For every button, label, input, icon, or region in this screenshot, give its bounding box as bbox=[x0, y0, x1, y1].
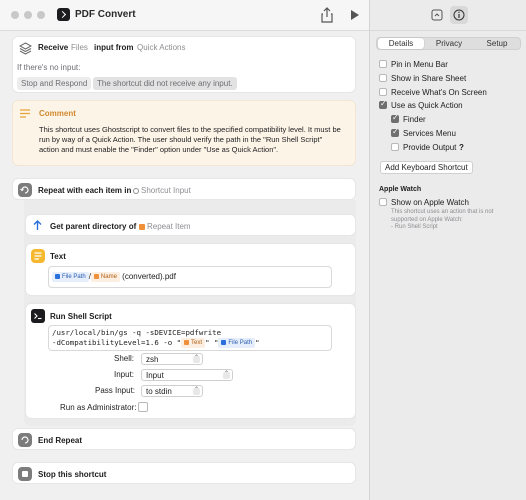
run-shell-script-action: Run Shell Script /usr/local/bin/gs -q -s… bbox=[25, 303, 356, 419]
receive-label: Receive bbox=[38, 43, 69, 52]
share-sheet-checkbox[interactable] bbox=[379, 74, 387, 82]
run-shortcut-button[interactable] bbox=[351, 10, 359, 20]
close-window-button[interactable] bbox=[11, 11, 19, 19]
receive-card: Receive Files input from Quick Actions I… bbox=[12, 36, 356, 93]
repeat-item-icon bbox=[139, 223, 145, 230]
stop-shortcut-action[interactable]: Stop this shortcut bbox=[12, 462, 356, 484]
script-editor[interactable]: /usr/local/bin/gs -q -sDEVICE=pdfwrite -… bbox=[48, 325, 332, 351]
script-line-1: /usr/local/bin/gs -q -sDEVICE=pdfwrite bbox=[52, 328, 222, 337]
repeat-variable-label: Shortcut Input bbox=[141, 186, 191, 195]
repeat-action[interactable]: Repeat with each item in Shortcut Input bbox=[12, 178, 356, 200]
shortcuts-layers-icon bbox=[19, 42, 32, 55]
services-menu-label: Services Menu bbox=[403, 129, 456, 138]
window-titlebar: PDF Convert bbox=[0, 0, 369, 31]
pin-menu-bar-checkbox[interactable] bbox=[379, 60, 387, 68]
window-title: PDF Convert bbox=[75, 9, 136, 20]
shell-select[interactable]: zsh bbox=[141, 353, 203, 365]
run-as-admin-checkbox[interactable] bbox=[138, 402, 148, 412]
share-icon[interactable] bbox=[320, 7, 334, 23]
shell-title: Run Shell Script bbox=[50, 312, 112, 321]
quick-action-label: Use as Quick Action bbox=[391, 101, 463, 110]
script-line-2: -dCompatibilityLevel=1.6 -o " bbox=[52, 338, 182, 347]
terminal-icon bbox=[31, 309, 45, 323]
arrow-up-icon bbox=[33, 220, 42, 230]
repeat-item-variable[interactable]: Repeat Item bbox=[139, 222, 191, 231]
apple-watch-heading: Apple Watch bbox=[379, 186, 422, 193]
quick-actions-source[interactable]: Quick Actions bbox=[137, 43, 185, 52]
apple-watch-checkbox[interactable] bbox=[379, 198, 387, 206]
no-input-message[interactable]: The shortcut did not receive any input. bbox=[93, 77, 237, 90]
parent-directory-label: Get parent directory of bbox=[50, 222, 137, 231]
end-repeat-label: End Repeat bbox=[38, 436, 83, 445]
pin-menu-bar-label: Pin in Menu Bar bbox=[391, 60, 448, 69]
repeat-item-label: Repeat Item bbox=[147, 222, 191, 231]
chevron-updown-icon bbox=[193, 385, 200, 396]
stop-icon bbox=[18, 467, 32, 481]
minimize-window-button[interactable] bbox=[24, 11, 32, 19]
onscreen-checkbox[interactable] bbox=[379, 88, 387, 96]
comment-card: Comment This shortcut uses Ghostscript t… bbox=[12, 100, 356, 166]
provide-output-label: Provide Output bbox=[403, 143, 457, 152]
comment-text[interactable]: This shortcut uses Ghostscript to conver… bbox=[39, 125, 344, 155]
comment-lines-icon bbox=[20, 109, 30, 118]
quick-action-checkbox[interactable] bbox=[379, 99, 387, 109]
apple-watch-label: Show on Apple Watch bbox=[391, 198, 469, 207]
sidebar-tabs: Details Privacy Setup bbox=[376, 37, 521, 50]
info-icon bbox=[453, 9, 465, 21]
input-from-label: input from bbox=[94, 43, 134, 52]
run-as-admin-label: Run as Administrator: bbox=[60, 403, 137, 412]
shell-label: Shell: bbox=[114, 354, 135, 363]
tab-privacy[interactable]: Privacy bbox=[426, 38, 472, 49]
add-keyboard-shortcut-button[interactable]: Add Keyboard Shortcut bbox=[380, 161, 473, 174]
comment-title: Comment bbox=[39, 109, 76, 118]
info-button[interactable] bbox=[450, 6, 468, 24]
sidebar-toolbar bbox=[370, 0, 526, 31]
text-action-title: Text bbox=[50, 252, 66, 261]
tab-setup[interactable]: Setup bbox=[474, 38, 520, 49]
apple-watch-note: This shortcut uses an action that is not… bbox=[391, 209, 494, 230]
name-variable[interactable]: Name bbox=[90, 272, 120, 282]
details-sidebar: Details Privacy Setup Pin in Menu Bar Sh… bbox=[369, 0, 526, 500]
chevron-updown-icon bbox=[223, 369, 230, 380]
pass-input-select[interactable]: to stdin bbox=[141, 385, 203, 397]
repeat-label: Repeat with each item in bbox=[38, 186, 132, 195]
text-variable[interactable]: Text bbox=[181, 338, 206, 348]
finder-label: Finder bbox=[403, 115, 426, 124]
shortcut-app-icon bbox=[57, 8, 70, 21]
onscreen-label: Receive What's On Screen bbox=[391, 88, 487, 97]
text-action: Text File Path / Name (converted).pdf bbox=[25, 243, 356, 296]
help-icon[interactable]: ? bbox=[459, 143, 464, 152]
stop-label: Stop this shortcut bbox=[38, 470, 107, 479]
file-path-variable-2[interactable]: File Path bbox=[218, 338, 256, 348]
input-label: Input: bbox=[114, 370, 135, 379]
share-sheet-label: Show in Share Sheet bbox=[391, 74, 467, 83]
zoom-window-button[interactable] bbox=[37, 11, 45, 19]
repeat-input-variable[interactable]: Shortcut Input bbox=[133, 186, 191, 195]
chevron-updown-icon bbox=[193, 353, 200, 364]
files-input-type[interactable]: Files bbox=[71, 43, 88, 52]
text-content-field[interactable]: File Path / Name (converted).pdf bbox=[48, 266, 332, 288]
provide-output-checkbox[interactable] bbox=[391, 143, 399, 151]
stop-respond-option[interactable]: Stop and Respond bbox=[17, 77, 92, 90]
file-path-variable[interactable]: File Path bbox=[52, 272, 89, 282]
tab-details[interactable]: Details bbox=[378, 38, 424, 49]
shortcut-editor: Receive Files input from Quick Actions I… bbox=[0, 31, 369, 500]
get-parent-directory-action[interactable]: Get parent directory of Repeat Item bbox=[25, 214, 356, 236]
text-icon bbox=[31, 249, 45, 263]
no-input-label: If there's no input: bbox=[17, 63, 81, 72]
services-menu-checkbox[interactable] bbox=[391, 127, 399, 137]
repeat-icon bbox=[18, 183, 32, 197]
finder-checkbox[interactable] bbox=[391, 113, 399, 123]
text-suffix: (converted).pdf bbox=[122, 272, 176, 282]
action-library-icon[interactable] bbox=[431, 9, 443, 21]
repeat-icon bbox=[18, 433, 32, 447]
shortcut-input-icon bbox=[133, 187, 139, 194]
input-select[interactable]: Input bbox=[141, 369, 233, 381]
end-repeat-action[interactable]: End Repeat bbox=[12, 428, 356, 450]
pass-input-label: Pass Input: bbox=[95, 386, 136, 395]
